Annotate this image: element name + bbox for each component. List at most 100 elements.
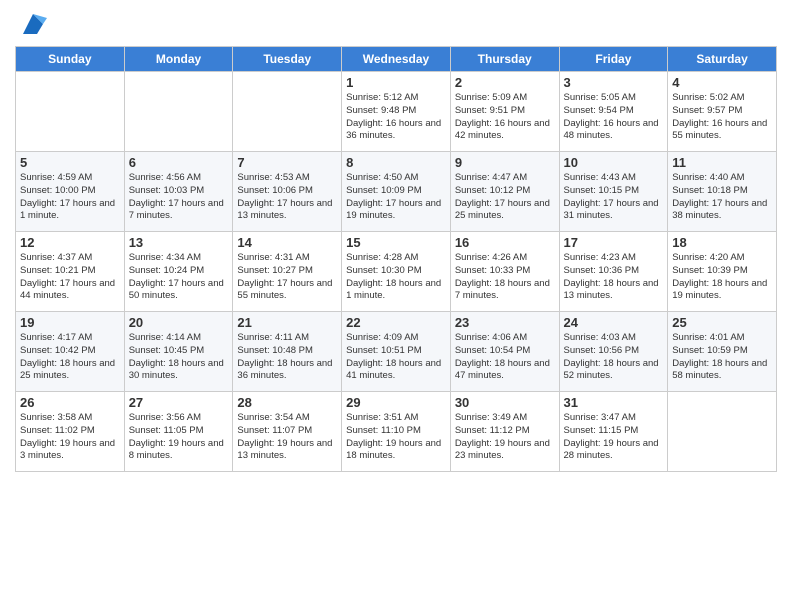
col-header-sunday: Sunday (16, 47, 125, 72)
day-info: Sunrise: 4:26 AM Sunset: 10:33 PM Daylig… (455, 252, 555, 303)
logo-icon (19, 10, 47, 38)
day-info: Sunrise: 3:56 AM Sunset: 11:05 PM Daylig… (129, 412, 229, 463)
day-info: Sunrise: 4:23 AM Sunset: 10:36 PM Daylig… (564, 252, 664, 303)
day-number: 23 (455, 315, 555, 330)
calendar-header-row: SundayMondayTuesdayWednesdayThursdayFrid… (16, 47, 777, 72)
day-number: 26 (20, 395, 120, 410)
calendar-day-6: 6 Sunrise: 4:56 AM Sunset: 10:03 PM Dayli… (124, 152, 233, 232)
calendar-day-26: 26 Sunrise: 3:58 AM Sunset: 11:02 PM Dayl… (16, 392, 125, 472)
calendar-day-3: 3 Sunrise: 5:05 AM Sunset: 9:54 PM Daylig… (559, 72, 668, 152)
day-number: 25 (672, 315, 772, 330)
day-info: Sunrise: 5:12 AM Sunset: 9:48 PM Dayligh… (346, 92, 446, 143)
calendar-day-21: 21Sunrise: 4:11 AM Sunset: 10:48 PM Dayl… (233, 312, 342, 392)
header (15, 10, 777, 38)
day-number: 17 (564, 235, 664, 250)
calendar-day-2: 2Sunrise: 5:09 AM Sunset: 9:51 PM Daylig… (450, 72, 559, 152)
col-header-wednesday: Wednesday (342, 47, 451, 72)
calendar-day-7: 7 Sunrise: 4:53 AM Sunset: 10:06 PM Dayli… (233, 152, 342, 232)
calendar-day-9: 9Sunrise: 4:47 AM Sunset: 10:12 PM Dayli… (450, 152, 559, 232)
day-number: 9 (455, 155, 555, 170)
day-info: Sunrise: 3:51 AM Sunset: 11:10 PM Daylig… (346, 412, 446, 463)
calendar-table: SundayMondayTuesdayWednesdayThursdayFrid… (15, 46, 777, 472)
calendar-week-3: 12Sunrise: 4:37 AM Sunset: 10:21 PM Dayl… (16, 232, 777, 312)
col-header-tuesday: Tuesday (233, 47, 342, 72)
day-info: Sunrise: 4:34 AM Sunset: 10:24 PM Daylig… (129, 252, 229, 303)
day-number: 8 (346, 155, 446, 170)
day-info: Sunrise: 4:59 AM Sunset: 10:00 PM Daylig… (20, 172, 120, 223)
calendar-day-15: 15Sunrise: 4:28 AM Sunset: 10:30 PM Dayl… (342, 232, 451, 312)
day-number: 29 (346, 395, 446, 410)
day-info: Sunrise: 3:47 AM Sunset: 11:15 PM Daylig… (564, 412, 664, 463)
day-info: Sunrise: 4:50 AM Sunset: 10:09 PM Daylig… (346, 172, 446, 223)
day-number: 3 (564, 75, 664, 90)
calendar-day-28: 28 Sunrise: 3:54 AM Sunset: 11:07 PM Dayl… (233, 392, 342, 472)
calendar-day-25: 25 Sunrise: 4:01 AM Sunset: 10:59 PM Dayl… (668, 312, 777, 392)
calendar-day-27: 27 Sunrise: 3:56 AM Sunset: 11:05 PM Dayl… (124, 392, 233, 472)
day-number: 19 (20, 315, 120, 330)
day-info: Sunrise: 3:54 AM Sunset: 11:07 PM Daylig… (237, 412, 337, 463)
calendar-day-19: 19Sunrise: 4:17 AM Sunset: 10:42 PM Dayl… (16, 312, 125, 392)
calendar-day-4: 4 Sunrise: 5:02 AM Sunset: 9:57 PM Daylig… (668, 72, 777, 152)
calendar-day-16: 16 Sunrise: 4:26 AM Sunset: 10:33 PM Dayl… (450, 232, 559, 312)
calendar-day-30: 30 Sunrise: 3:49 AM Sunset: 11:12 PM Dayl… (450, 392, 559, 472)
calendar-week-4: 19Sunrise: 4:17 AM Sunset: 10:42 PM Dayl… (16, 312, 777, 392)
calendar-empty-cell (233, 72, 342, 152)
day-number: 31 (564, 395, 664, 410)
calendar-day-31: 31 Sunrise: 3:47 AM Sunset: 11:15 PM Dayl… (559, 392, 668, 472)
calendar-day-11: 11 Sunrise: 4:40 AM Sunset: 10:18 PM Dayl… (668, 152, 777, 232)
day-number: 24 (564, 315, 664, 330)
calendar-day-13: 13 Sunrise: 4:34 AM Sunset: 10:24 PM Dayl… (124, 232, 233, 312)
day-number: 20 (129, 315, 229, 330)
day-number: 1 (346, 75, 446, 90)
day-info: Sunrise: 4:09 AM Sunset: 10:51 PM Daylig… (346, 332, 446, 383)
day-number: 7 (237, 155, 337, 170)
day-number: 5 (20, 155, 120, 170)
day-info: Sunrise: 3:58 AM Sunset: 11:02 PM Daylig… (20, 412, 120, 463)
calendar-day-14: 14Sunrise: 4:31 AM Sunset: 10:27 PM Dayl… (233, 232, 342, 312)
day-number: 14 (237, 235, 337, 250)
day-number: 27 (129, 395, 229, 410)
day-number: 2 (455, 75, 555, 90)
calendar-empty-cell (124, 72, 233, 152)
page: SundayMondayTuesdayWednesdayThursdayFrid… (0, 0, 792, 612)
day-info: Sunrise: 4:03 AM Sunset: 10:56 PM Daylig… (564, 332, 664, 383)
day-number: 13 (129, 235, 229, 250)
calendar-week-5: 26 Sunrise: 3:58 AM Sunset: 11:02 PM Dayl… (16, 392, 777, 472)
col-header-monday: Monday (124, 47, 233, 72)
day-number: 30 (455, 395, 555, 410)
calendar-day-8: 8 Sunrise: 4:50 AM Sunset: 10:09 PM Dayli… (342, 152, 451, 232)
calendar-day-10: 10Sunrise: 4:43 AM Sunset: 10:15 PM Dayl… (559, 152, 668, 232)
col-header-thursday: Thursday (450, 47, 559, 72)
day-info: Sunrise: 4:40 AM Sunset: 10:18 PM Daylig… (672, 172, 772, 223)
calendar-day-22: 22 Sunrise: 4:09 AM Sunset: 10:51 PM Dayl… (342, 312, 451, 392)
day-number: 11 (672, 155, 772, 170)
calendar-day-17: 17 Sunrise: 4:23 AM Sunset: 10:36 PM Dayl… (559, 232, 668, 312)
day-number: 4 (672, 75, 772, 90)
day-info: Sunrise: 4:20 AM Sunset: 10:39 PM Daylig… (672, 252, 772, 303)
day-number: 16 (455, 235, 555, 250)
calendar-week-1: 1 Sunrise: 5:12 AM Sunset: 9:48 PM Daylig… (16, 72, 777, 152)
calendar-day-1: 1 Sunrise: 5:12 AM Sunset: 9:48 PM Daylig… (342, 72, 451, 152)
calendar-day-29: 29 Sunrise: 3:51 AM Sunset: 11:10 PM Dayl… (342, 392, 451, 472)
day-number: 28 (237, 395, 337, 410)
day-info: Sunrise: 4:37 AM Sunset: 10:21 PM Daylig… (20, 252, 120, 303)
day-info: Sunrise: 4:14 AM Sunset: 10:45 PM Daylig… (129, 332, 229, 383)
day-info: Sunrise: 5:02 AM Sunset: 9:57 PM Dayligh… (672, 92, 772, 143)
day-info: Sunrise: 4:01 AM Sunset: 10:59 PM Daylig… (672, 332, 772, 383)
day-info: Sunrise: 4:06 AM Sunset: 10:54 PM Daylig… (455, 332, 555, 383)
day-info: Sunrise: 3:49 AM Sunset: 11:12 PM Daylig… (455, 412, 555, 463)
day-info: Sunrise: 4:53 AM Sunset: 10:06 PM Daylig… (237, 172, 337, 223)
day-number: 22 (346, 315, 446, 330)
day-number: 10 (564, 155, 664, 170)
day-number: 18 (672, 235, 772, 250)
calendar-day-5: 5 Sunrise: 4:59 AM Sunset: 10:00 PM Dayli… (16, 152, 125, 232)
calendar-empty-cell (668, 392, 777, 472)
day-info: Sunrise: 4:11 AM Sunset: 10:48 PM Daylig… (237, 332, 337, 383)
day-number: 6 (129, 155, 229, 170)
col-header-friday: Friday (559, 47, 668, 72)
day-info: Sunrise: 5:05 AM Sunset: 9:54 PM Dayligh… (564, 92, 664, 143)
col-header-saturday: Saturday (668, 47, 777, 72)
day-number: 15 (346, 235, 446, 250)
calendar-empty-cell (16, 72, 125, 152)
day-info: Sunrise: 4:56 AM Sunset: 10:03 PM Daylig… (129, 172, 229, 223)
